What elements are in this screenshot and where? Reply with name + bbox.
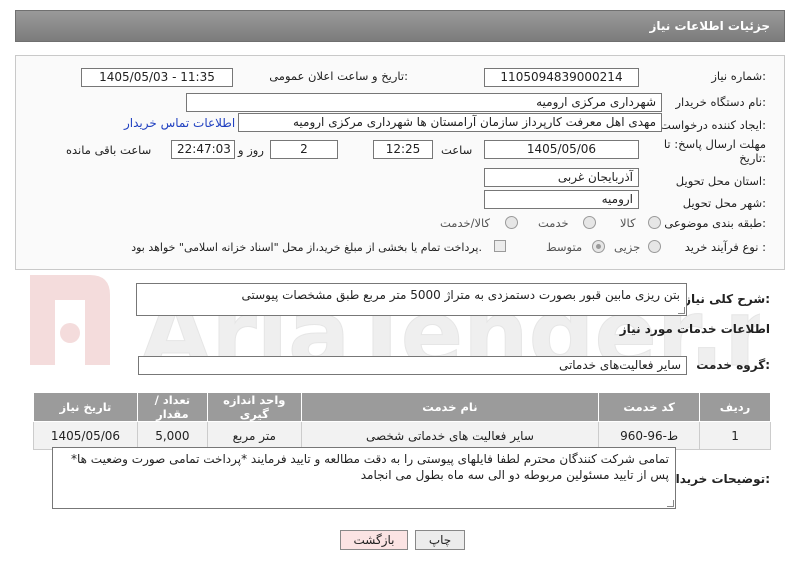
creator-label: ایجاد کننده درخواست: <box>660 118 766 132</box>
deadline-label-line2: تاریخ: <box>739 151 766 165</box>
services-section-title: اطلاعات خدمات مورد نیاز <box>619 322 770 336</box>
page-title: جزئیات اطلاعات نیاز <box>649 19 770 33</box>
announce-date-label: تاریخ و ساعت اعلان عمومی: <box>269 69 408 83</box>
province-label: استان محل تحویل: <box>675 174 766 188</box>
category-label: طبقه بندی موضوعی: <box>664 216 766 230</box>
deadline-time-field: 12:25 <box>373 140 433 159</box>
remaining-time-label: ساعت باقی مانده <box>66 143 152 157</box>
need-details-panel: شماره نیاز: 1105094839000214 تاریخ و ساع… <box>15 55 785 270</box>
need-summary-text: بتن ریزی مابین قبور بصورت دستمزدی به متر… <box>241 288 680 302</box>
buyer-contact-link[interactable]: اطلاعات تماس خریدار <box>124 116 235 130</box>
header-quantity: تعداد / مقدار <box>136 392 208 422</box>
buyer-notes-box: *تمامی شرکت کنندگان محترم لطفا فایلهای پ… <box>52 447 676 509</box>
watermark-logo-icon <box>30 275 110 365</box>
category-option-goods-service: کالا/خدمت <box>440 216 491 230</box>
resize-grip-icon[interactable] <box>678 307 685 314</box>
category-option-service: خدمت <box>538 216 569 230</box>
need-summary-box: بتن ریزی مابین قبور بصورت دستمزدی به متر… <box>136 283 687 316</box>
need-number-field: 1105094839000214 <box>484 68 639 87</box>
creator-field: مهدی اهل معرفت کارپرداز سازمان آرامستان … <box>238 113 662 132</box>
cell-need-date: 1405/05/06 <box>33 421 138 450</box>
cell-quantity: 5,000 <box>136 421 208 450</box>
process-option-medium: متوسط <box>546 240 583 254</box>
process-type-label: نوع فرآیند خرید : <box>684 240 766 254</box>
deadline-label-line1: مهلت ارسال پاسخ: تا <box>663 137 766 151</box>
city-field: ارومیه <box>484 190 639 209</box>
category-radio-service[interactable] <box>583 216 596 229</box>
service-group-label: گروه خدمت: <box>696 358 770 372</box>
announce-date-field: 1405/05/03 - 11:35 <box>81 68 233 87</box>
header-unit: واحد اندازه گیری <box>206 392 302 422</box>
category-radio-goods-service[interactable] <box>505 216 518 229</box>
category-radio-goods[interactable] <box>648 216 661 229</box>
city-label: شهر محل تحویل: <box>682 196 766 210</box>
remaining-time-field: 22:47:03 <box>171 140 235 159</box>
header-service-code: کد خدمت <box>598 392 701 422</box>
buyer-notes-label: توضیحات خریدار: <box>668 472 770 486</box>
process-option-minor: جزیی <box>614 240 641 254</box>
print-button[interactable]: چاپ <box>415 530 465 550</box>
deadline-date-field: 1405/05/06 <box>484 140 639 159</box>
process-radio-medium[interactable] <box>592 240 605 253</box>
need-number-label: شماره نیاز: <box>711 69 766 83</box>
need-summary-label: شرح کلی نیاز: <box>684 292 770 306</box>
service-group-field: سایر فعالیت‌های خدماتی <box>138 356 687 375</box>
cell-service-code: ط-96-960 <box>598 421 701 450</box>
treasury-payment-checkbox[interactable] <box>494 240 506 252</box>
header-need-date: تاریخ نیاز <box>33 392 138 422</box>
process-radio-minor[interactable] <box>648 240 661 253</box>
buyer-org-label: نام دستگاه خریدار: <box>675 95 766 109</box>
cell-service-name: سایر فعالیت های خدماتی شخصی <box>300 421 600 450</box>
treasury-payment-note: پرداخت تمام یا بخشی از مبلغ خرید،از محل … <box>131 241 482 254</box>
cell-unit: متر مربع <box>206 421 302 450</box>
cell-row-number: 1 <box>699 421 771 450</box>
buyer-notes-text: *تمامی شرکت کنندگان محترم لطفا فایلهای پ… <box>71 452 669 482</box>
deadline-time-label: ساعت <box>441 143 473 157</box>
services-table: تاریخ نیاز تعداد / مقدار واحد اندازه گیر… <box>33 392 771 450</box>
resize-grip-icon[interactable] <box>667 500 674 507</box>
header-service-name: نام خدمت <box>300 392 600 422</box>
page-header: جزئیات اطلاعات نیاز <box>15 10 785 42</box>
days-label: روز و <box>238 143 264 157</box>
header-row-number: ردیف <box>699 392 771 422</box>
province-field: آذربایجان غربی <box>484 168 639 187</box>
table-header-row: تاریخ نیاز تعداد / مقدار واحد اندازه گیر… <box>33 392 771 422</box>
table-row: 1405/05/06 5,000 متر مربع سایر فعالیت ها… <box>33 421 771 450</box>
days-remaining-field: 2 <box>270 140 338 159</box>
category-option-goods: کالا <box>620 216 636 230</box>
back-button[interactable]: بازگشت <box>340 530 408 550</box>
buyer-org-field: شهرداری مرکزی ارومیه <box>186 93 662 112</box>
